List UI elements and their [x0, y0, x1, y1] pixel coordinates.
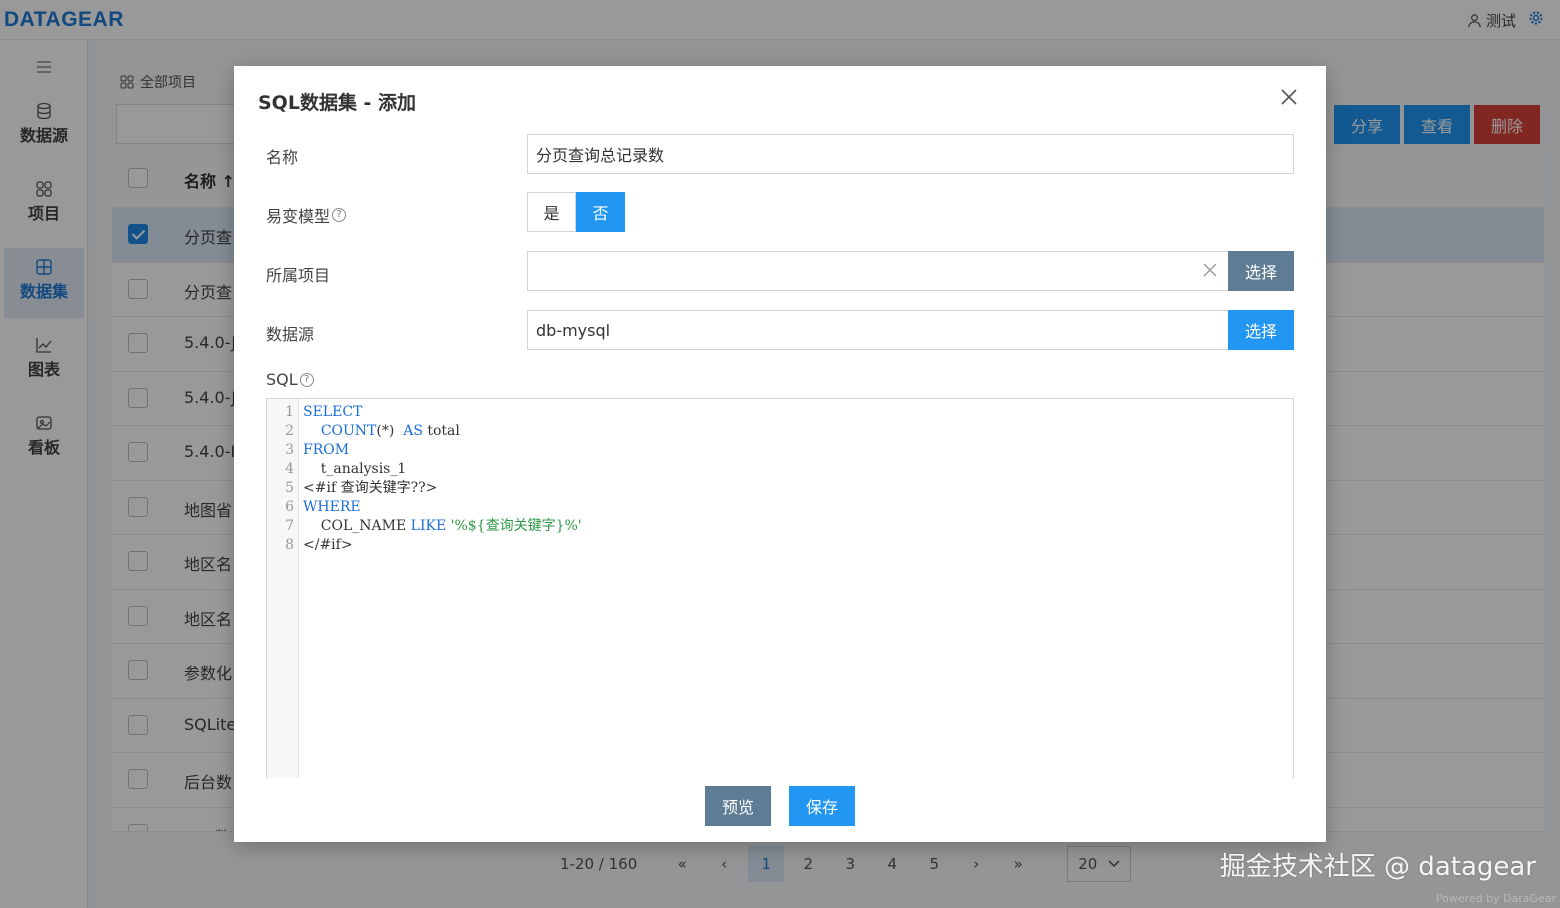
sql-label-text: SQL [266, 370, 298, 389]
mutable-no-option[interactable]: 否 [576, 192, 625, 232]
mutable-yes-option[interactable]: 是 [527, 192, 576, 232]
code-line: SELECT [303, 404, 363, 420]
line-number: 4 [285, 461, 294, 477]
code-line: FROM [303, 442, 350, 458]
project-select-button[interactable]: 选择 [1228, 251, 1294, 291]
dialog-title: SQL数据集 - 添加 [258, 92, 417, 114]
line-number: 8 [285, 537, 294, 553]
code-line: t_analysis_1 [303, 461, 407, 477]
project-label: 所属项目 [266, 266, 331, 285]
close-icon[interactable] [1280, 88, 1298, 106]
datasource-label: 数据源 [266, 325, 315, 344]
name-input[interactable]: 分页查询总记录数 [527, 134, 1294, 174]
code-line: <#if 查询关键字??> [303, 480, 438, 496]
project-input[interactable] [527, 251, 1229, 291]
sql-dataset-dialog: SQL数据集 - 添加 名称 分页查询总记录数 易变模型 ? 是 否 所属项目 … [234, 66, 1326, 842]
clear-icon[interactable] [1202, 262, 1218, 278]
help-icon[interactable]: ? [299, 372, 314, 387]
sql-editor[interactable]: 1 2 3 4 5 6 7 8 SELECT COUNT(*) AS total FROM t_… [266, 398, 1294, 778]
line-number-gutter: 1 2 3 4 5 6 7 8 [267, 399, 299, 778]
code-line: COL_NAME LIKE '%${查询关键字}%' [303, 518, 582, 534]
powered-by: Powered by DataGear [1435, 892, 1556, 905]
datasource-select-button[interactable]: 选择 [1228, 310, 1294, 350]
save-button[interactable]: 保存 [789, 786, 855, 826]
sql-label: SQL ? [266, 370, 314, 389]
line-number: 3 [285, 442, 294, 458]
line-number: 5 [285, 480, 294, 496]
mutable-model-label-text: 易变模型 [266, 207, 331, 226]
preview-button[interactable]: 预览 [705, 786, 771, 826]
help-icon[interactable]: ? [332, 208, 347, 222]
code-line: COUNT(*) AS total [320, 423, 460, 439]
mutable-model-label: 易变模型 ? [266, 203, 347, 227]
code-line: </#if> [303, 537, 353, 553]
line-number: 2 [285, 423, 294, 439]
line-number: 1 [285, 404, 294, 420]
line-number: 6 [285, 499, 294, 515]
line-number: 7 [285, 518, 294, 534]
code-line: WHERE [303, 499, 361, 515]
watermark: 掘金技术社区 @ datagear [1219, 852, 1536, 882]
datasource-input[interactable]: db-mysql [527, 310, 1229, 350]
mutable-model-toggle[interactable]: 是 否 [527, 192, 625, 232]
name-label: 名称 [266, 148, 299, 167]
